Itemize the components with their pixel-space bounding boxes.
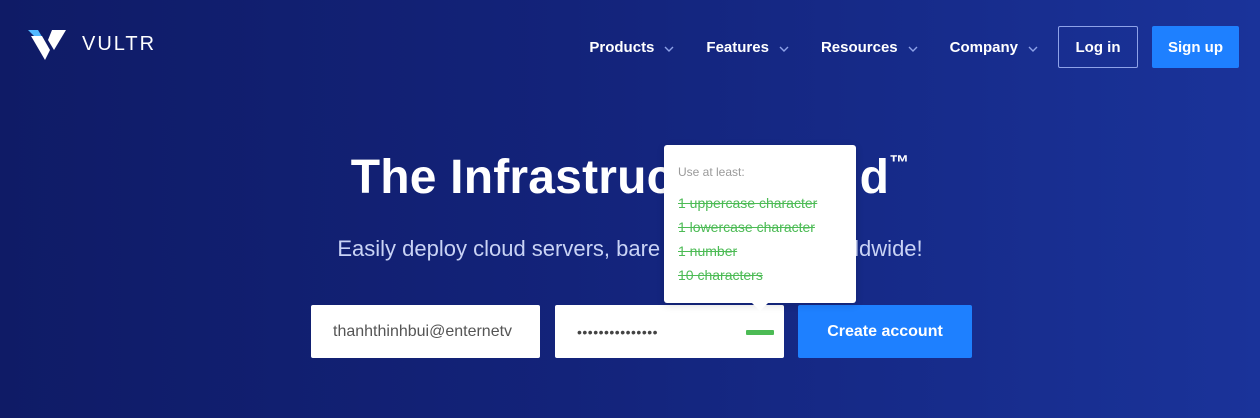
password-value: ••••••••••••••• <box>577 323 659 340</box>
nav-label: Resources <box>820 38 898 56</box>
requirement-lowercase: 1 lowercase character <box>678 219 815 235</box>
signup-button[interactable]: Sign up <box>1152 26 1239 68</box>
hero-title-start: The Infrastruc <box>350 151 674 204</box>
email-input[interactable]: thanhthinhbui@enternetv <box>311 305 540 358</box>
tooltip-heading: Use at least: <box>678 165 745 179</box>
trademark-symbol: ™ <box>889 152 910 174</box>
hero-title-end: d <box>859 151 890 204</box>
vultr-logo[interactable]: VULTR <box>28 28 156 60</box>
email-value: thanhthinhbui@enternetv <box>333 322 513 340</box>
nav-label: Products <box>589 38 655 56</box>
chevron-down-icon <box>779 39 789 56</box>
chevron-down-icon <box>1028 39 1038 56</box>
hero-subtitle: Easily deploy cloud servers, bare m orldw… <box>0 236 1260 262</box>
brand-name: VULTR <box>82 32 157 55</box>
nav-products[interactable]: Products <box>589 39 674 56</box>
nav-label: Company <box>949 38 1018 56</box>
password-requirements-tooltip: Use at least: 1 uppercase character 1 lo… <box>664 145 856 311</box>
password-strength-indicator <box>746 330 774 335</box>
chevron-down-icon <box>908 39 918 56</box>
login-button[interactable]: Log in <box>1058 26 1138 68</box>
nav-company[interactable]: Company <box>950 39 1038 56</box>
nav-resources[interactable]: Resources <box>821 39 918 56</box>
create-account-button[interactable]: Create account <box>798 305 972 358</box>
nav-label: Features <box>706 38 769 56</box>
requirement-number: 1 number <box>678 243 738 259</box>
requirement-length: 10 characters <box>678 267 763 283</box>
password-input[interactable]: ••••••••••••••• <box>555 305 784 358</box>
vultr-logo-icon <box>28 30 66 60</box>
requirement-uppercase: 1 uppercase character <box>678 195 818 211</box>
hero-title: The Infrastruc d™ <box>0 150 1260 205</box>
chevron-down-icon <box>664 39 674 56</box>
nav-features[interactable]: Features <box>706 39 789 56</box>
top-navigation: Products Features Resources Company Log … <box>589 26 1239 68</box>
hero-subtitle-start: Easily deploy cloud servers, bare m <box>337 236 685 261</box>
